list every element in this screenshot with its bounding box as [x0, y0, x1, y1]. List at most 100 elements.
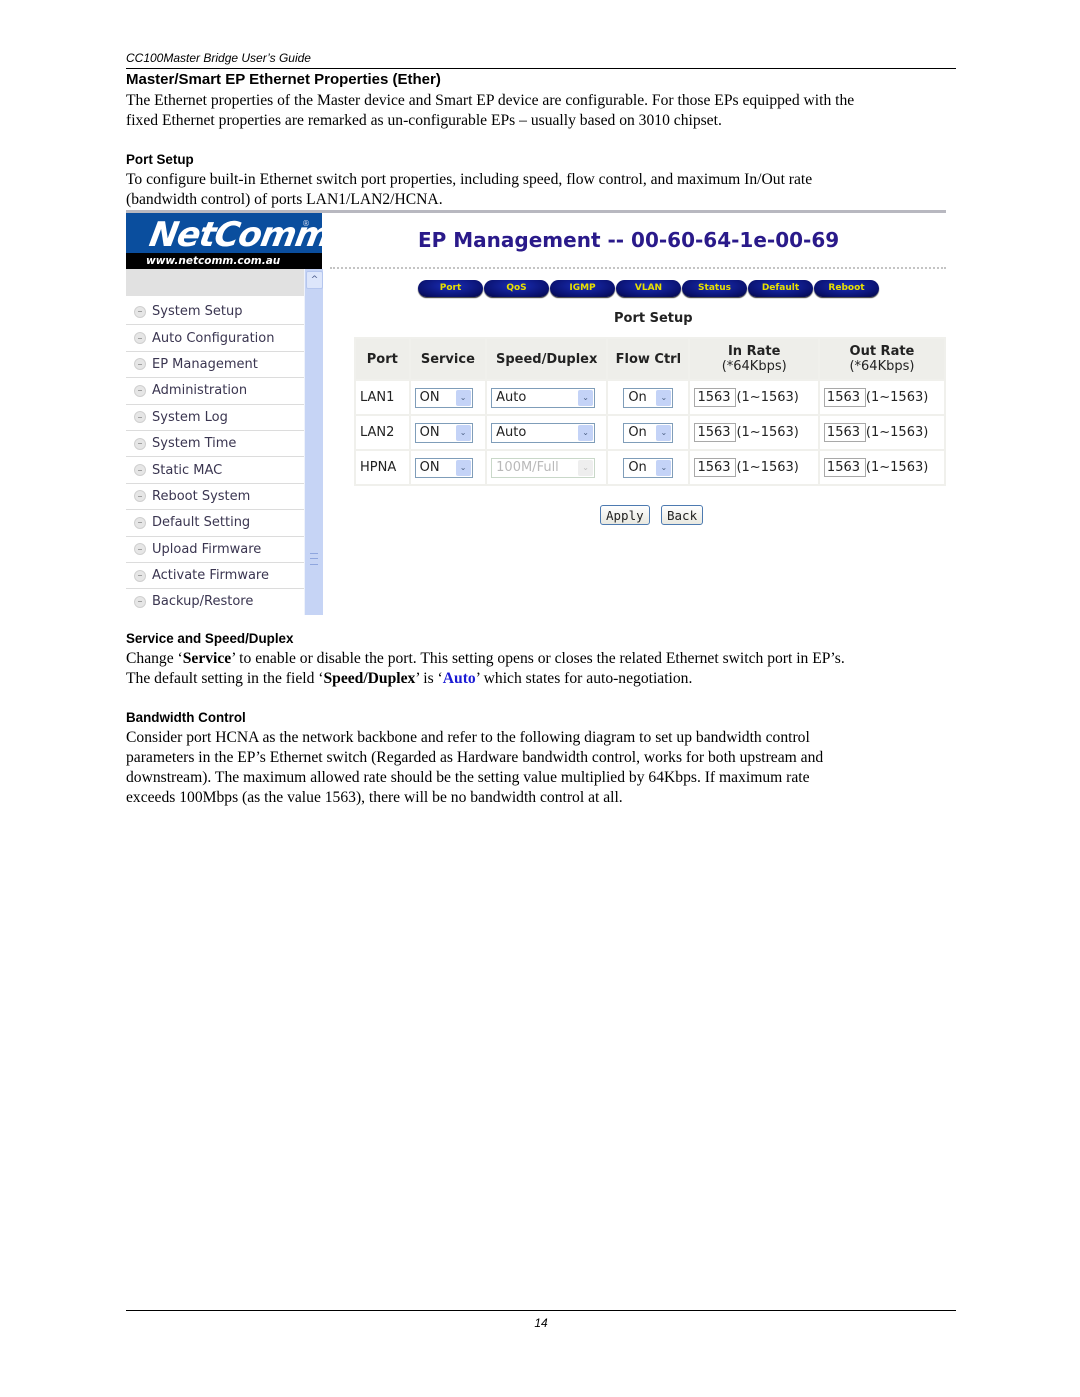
- sidebar-item-system-log[interactable]: System Log: [126, 405, 304, 431]
- sidebar-item-label: Backup/Restore: [152, 594, 254, 610]
- sidebar-scrollbar[interactable]: ^: [304, 269, 323, 615]
- form-title: Port Setup: [614, 311, 693, 326]
- column-header-service: Service: [410, 339, 486, 379]
- page-number: 14: [534, 1316, 548, 1330]
- column-header-in-rate: In Rate (*64Kbps): [690, 339, 818, 379]
- flow-ctrl-select[interactable]: On ⌄: [623, 457, 674, 478]
- flow-ctrl-value: On: [628, 390, 647, 405]
- tab-qos[interactable]: QoS: [484, 280, 549, 297]
- speed-duplex-select[interactable]: Auto ⌄: [491, 422, 596, 443]
- sidebar-item-auto-configuration[interactable]: Auto Configuration: [126, 325, 304, 352]
- logo-url: www.netcomm.com.au: [126, 253, 322, 269]
- minus-circle-icon: [134, 490, 146, 503]
- apply-button[interactable]: Apply: [600, 505, 650, 525]
- plus-circle-icon: [134, 384, 146, 397]
- tab-reboot[interactable]: Reboot: [814, 280, 879, 297]
- out-rate-label: Out Rate: [849, 344, 915, 359]
- chevron-down-icon[interactable]: ⌄: [578, 389, 594, 406]
- service-value: ON: [419, 460, 440, 475]
- tab-status[interactable]: Status: [682, 280, 747, 297]
- service-select[interactable]: ON ⌄: [414, 457, 473, 478]
- table-row: LAN1 ON ⌄ Auto ⌄ On ⌄ 1563 (1~1563) 1563 (1~1…: [356, 381, 944, 414]
- service-select[interactable]: ON ⌄: [414, 422, 473, 443]
- out-rate-unit: (*64Kbps): [849, 359, 915, 374]
- table-header-row: Port Service Speed/Duplex Flow Ctrl In R…: [356, 339, 944, 379]
- sidebar-item-backup-restore[interactable]: Backup/Restore: [126, 589, 304, 615]
- table-row: HPNA ON ⌄ 100M/Full ⌄ On ⌄ 1563 (1~1563) 156…: [356, 451, 944, 484]
- text-run: The default setting in the field ‘: [126, 670, 324, 687]
- chevron-down-icon[interactable]: ⌄: [455, 459, 471, 476]
- port-setup-line-2: (bandwidth control) of ports LAN1/LAN2/H…: [126, 191, 443, 208]
- intro-line-2: fixed Ethernet properties are remarked a…: [126, 112, 722, 129]
- port-setup-heading: Port Setup: [126, 152, 194, 167]
- column-header-out-rate: Out Rate (*64Kbps): [819, 339, 944, 379]
- sidebar-item-ep-management[interactable]: EP Management: [126, 352, 304, 379]
- chevron-down-icon[interactable]: ⌄: [656, 424, 672, 441]
- port-setup-table: Port Service Speed/Duplex Flow Ctrl In R…: [354, 337, 946, 486]
- back-button[interactable]: Back: [661, 505, 704, 525]
- speed-duplex-value: Auto: [496, 390, 527, 405]
- flow-ctrl-value: On: [628, 460, 647, 475]
- speed-duplex-value: Auto: [496, 425, 527, 440]
- in-rate-input[interactable]: 1563: [694, 388, 737, 407]
- service-select[interactable]: ON ⌄: [414, 387, 473, 408]
- flow-ctrl-select[interactable]: On ⌄: [623, 422, 674, 443]
- sidebar-item-label: Default Setting: [152, 515, 251, 531]
- plus-circle-icon: [134, 595, 146, 608]
- scroll-grip-icon[interactable]: [310, 553, 318, 565]
- scroll-up-arrow-icon[interactable]: ^: [306, 271, 323, 289]
- sidebar-item-label: System Time: [152, 436, 237, 452]
- registered-mark: ®: [302, 219, 310, 228]
- sidebar-item-administration[interactable]: Administration: [126, 378, 304, 405]
- out-rate-input[interactable]: 1563: [823, 388, 866, 407]
- plus-circle-icon: [134, 411, 146, 424]
- in-rate-input[interactable]: 1563: [694, 458, 737, 477]
- title-divider: [330, 267, 946, 269]
- sidebar-item-label: Static MAC: [152, 462, 223, 478]
- footer-rule: [126, 1310, 956, 1311]
- chevron-down-icon[interactable]: ⌄: [455, 389, 471, 406]
- tab-bar: Port QoS IGMP VLAN Status Default Reboot: [418, 280, 879, 297]
- running-header: CC100Master Bridge User’s Guide: [126, 51, 311, 65]
- minus-circle-icon: [134, 305, 146, 318]
- minus-circle-icon: [134, 332, 146, 345]
- bandwidth-line-3: downstream). The maximum allowed rate sh…: [126, 769, 810, 786]
- sidebar-item-static-mac[interactable]: Static MAC: [126, 457, 304, 484]
- sidebar-item-activate-firmware[interactable]: Activate Firmware: [126, 563, 304, 590]
- minus-circle-icon: [134, 358, 146, 371]
- tab-igmp[interactable]: IGMP: [550, 280, 615, 297]
- in-rate-input[interactable]: 1563: [694, 423, 737, 442]
- sidebar-item-reboot-system[interactable]: Reboot System: [126, 484, 304, 511]
- chevron-down-icon[interactable]: ⌄: [656, 459, 672, 476]
- sidebar-item-label: Activate Firmware: [152, 568, 269, 584]
- service-speed-heading: Service and Speed/Duplex: [126, 631, 294, 646]
- plus-circle-icon: [134, 437, 146, 450]
- flow-ctrl-select[interactable]: On ⌄: [623, 387, 674, 408]
- sidebar-item-label: EP Management: [152, 356, 258, 372]
- out-rate-input[interactable]: 1563: [823, 458, 866, 477]
- intro-line-1: The Ethernet properties of the Master de…: [126, 92, 855, 109]
- tab-vlan[interactable]: VLAN: [616, 280, 681, 297]
- sidebar-item-upload-firmware[interactable]: Upload Firmware: [126, 537, 304, 563]
- sidebar-item-default-setting[interactable]: Default Setting: [126, 510, 304, 537]
- sidebar-item-system-setup[interactable]: System Setup: [126, 299, 304, 326]
- header-rule: [126, 68, 956, 69]
- in-rate-label: In Rate: [727, 344, 781, 359]
- chevron-down-icon[interactable]: ⌄: [578, 424, 594, 441]
- chevron-down-icon[interactable]: ⌄: [656, 389, 672, 406]
- tab-default[interactable]: Default: [748, 280, 813, 297]
- table-row: LAN2 ON ⌄ Auto ⌄ On ⌄ 1563 (1~1563) 1563 (1~1…: [356, 416, 944, 449]
- tab-port[interactable]: Port: [418, 280, 483, 297]
- minus-circle-icon: [134, 464, 146, 477]
- chevron-down-icon[interactable]: ⌄: [455, 424, 471, 441]
- out-rate-input[interactable]: 1563: [823, 423, 866, 442]
- sidebar-item-system-time[interactable]: System Time: [126, 431, 304, 458]
- column-header-port: Port: [356, 339, 409, 379]
- section-title: Master/Smart EP Ethernet Properties (Eth…: [126, 71, 441, 88]
- netcomm-logo: NetComm ® www.netcomm.com.au: [126, 213, 333, 269]
- plus-circle-icon: [134, 569, 146, 582]
- service-value: ON: [419, 390, 440, 405]
- in-rate-range: (1~1563): [736, 390, 799, 405]
- service-speed-line-2: The default setting in the field ‘Speed/…: [126, 669, 956, 689]
- speed-duplex-select[interactable]: Auto ⌄: [491, 387, 596, 408]
